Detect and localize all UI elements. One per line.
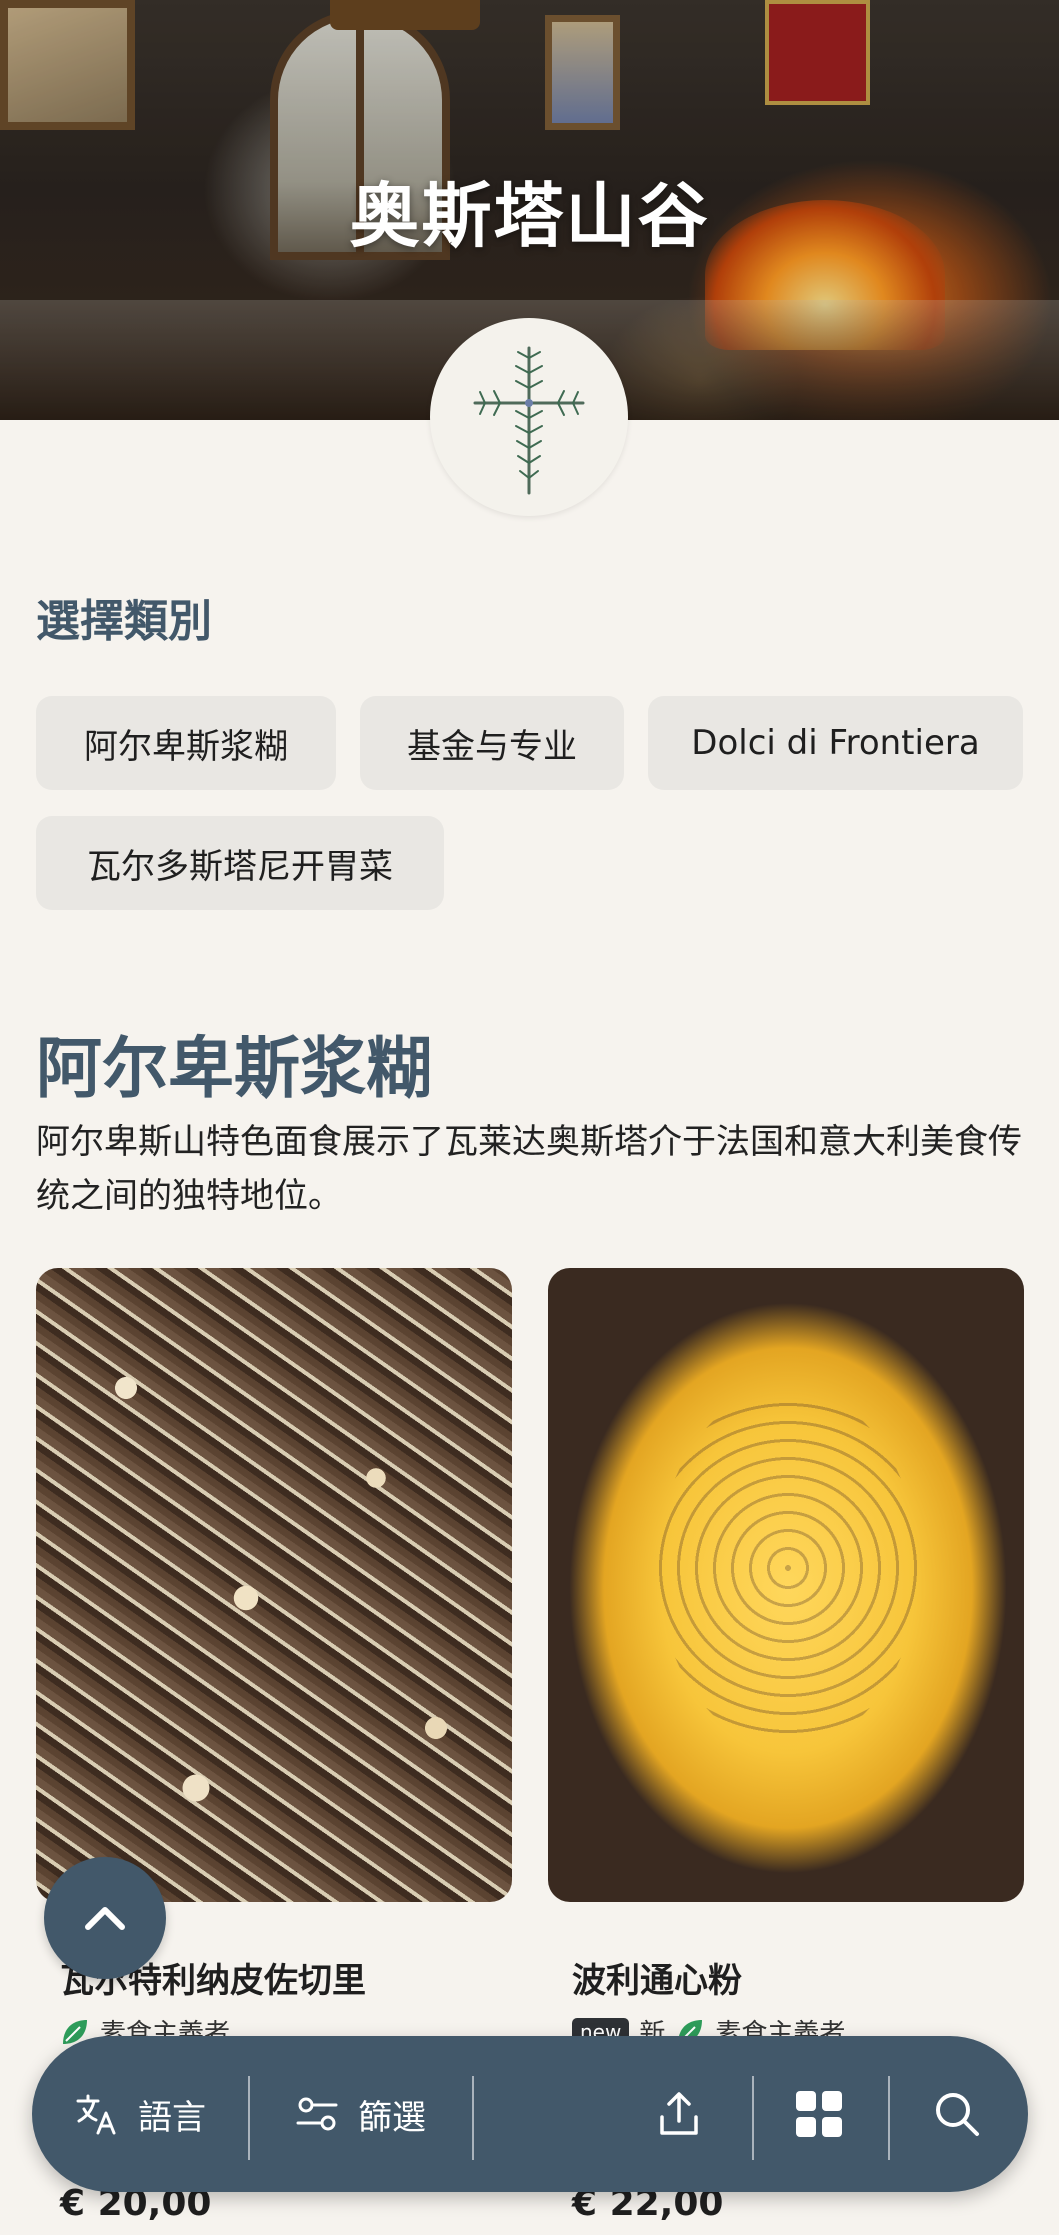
rosemary-cross-icon: [473, 346, 585, 495]
category-chip-desserts[interactable]: Dolci di Frontiera: [648, 696, 1023, 790]
bottom-toolbar: 語言 篩選: [32, 2036, 1028, 2192]
category-description: 阿尔卑斯山特色面食展示了瓦莱达奥斯塔介于法国和意大利美食传统之间的独特地位。: [36, 1122, 1022, 1216]
back-to-top-button[interactable]: [44, 1857, 166, 1979]
filter-button[interactable]: 篩選: [294, 2036, 426, 2192]
toolbar-divider: [472, 2076, 474, 2160]
category-selector-heading: 選擇類別: [36, 596, 212, 647]
dish-image-polenta[interactable]: [548, 1268, 1024, 1902]
translate-icon: [76, 2094, 116, 2135]
filter-label: 篩選: [358, 2097, 426, 2138]
search-button[interactable]: [932, 2036, 982, 2192]
category-chip-alpine-pasta[interactable]: 阿尔卑斯浆糊: [36, 696, 336, 790]
grid-view-button[interactable]: [794, 2036, 844, 2192]
sliders-icon: [296, 2097, 338, 2131]
search-icon: [936, 2093, 979, 2136]
restaurant-logo: [430, 318, 628, 516]
category-title: 阿尔卑斯浆糊: [36, 1030, 432, 1107]
dish-image-pizzoccheri[interactable]: [36, 1268, 512, 1902]
language-label: 語言: [138, 2097, 206, 2138]
dish-name[interactable]: 波利通心粉: [572, 1953, 742, 2002]
grid-icon: [796, 2091, 842, 2137]
share-button[interactable]: [654, 2036, 704, 2192]
category-chip-appetizers[interactable]: 瓦尔多斯塔尼开胃菜: [36, 816, 444, 910]
toolbar-divider: [888, 2076, 890, 2160]
category-chip-fondue[interactable]: 基金与专业: [360, 696, 624, 790]
toolbar-divider: [248, 2076, 250, 2160]
restaurant-title: 奥斯塔山谷: [349, 175, 710, 257]
share-icon: [660, 2092, 698, 2135]
toolbar-divider: [752, 2076, 754, 2160]
chevron-up-icon: [85, 1907, 125, 1930]
language-button[interactable]: 語言: [74, 2036, 206, 2192]
